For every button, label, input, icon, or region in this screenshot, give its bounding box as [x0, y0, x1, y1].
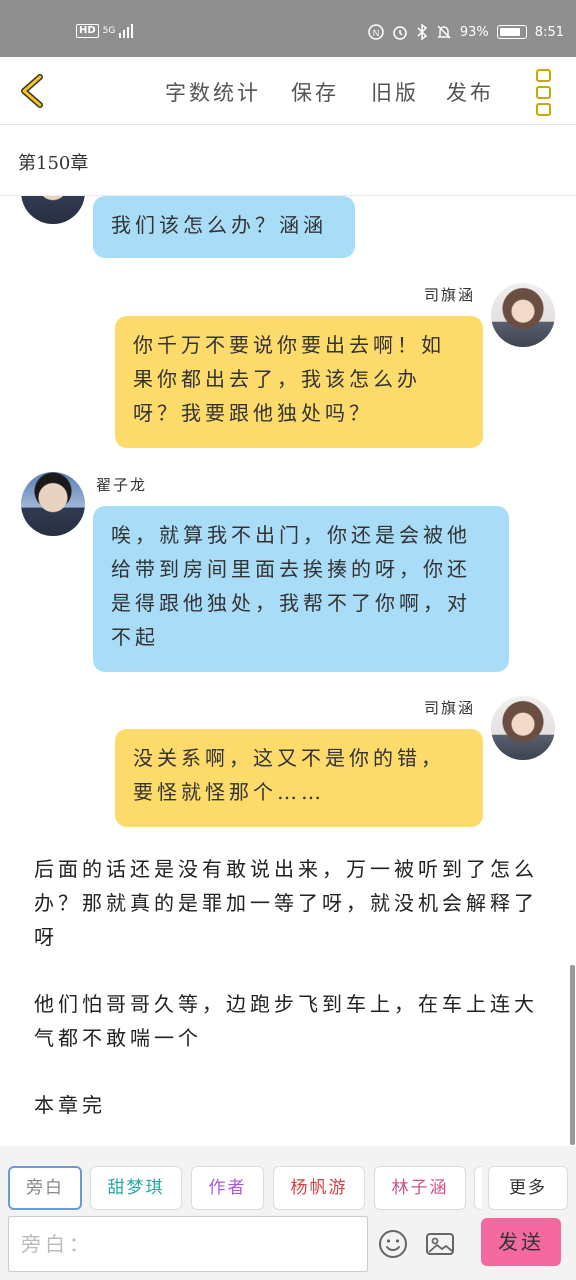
narration-paragraph[interactable]: 他们怕哥哥久等，边跑步飞到车上，在车上连大气都不敢喘一个 — [34, 987, 549, 1055]
scrollbar[interactable] — [570, 965, 575, 1145]
narration-paragraph[interactable]: 后面的话还是没有敢说出来，万一被听到了怎么办？那就真的是罪加一等了呀，就没机会解… — [34, 852, 549, 954]
svg-text:N: N — [373, 28, 380, 38]
bluetooth-icon — [417, 24, 428, 40]
status-bar: HD 5G N 93% 8:51 — [0, 0, 576, 57]
message-input[interactable] — [9, 1217, 367, 1271]
message-bubble[interactable]: 我们该怎么办？涵涵 — [93, 196, 355, 258]
back-arrow-icon[interactable] — [14, 71, 54, 111]
signal-icon — [119, 24, 134, 38]
avatar[interactable] — [491, 696, 555, 760]
battery-percent: 93% — [459, 24, 489, 40]
role-tab-narrator[interactable]: 旁白 — [8, 1166, 82, 1210]
role-label: 更多 — [509, 1178, 547, 1198]
emoji-icon[interactable] — [377, 1228, 409, 1260]
more-menu-icon[interactable] — [536, 69, 554, 116]
role-tab-character[interactable]: 杨帆游 — [273, 1166, 365, 1210]
chapter-title[interactable]: 第150章 — [18, 149, 88, 175]
publish-button[interactable]: 发布 — [446, 77, 494, 107]
role-label: 林子涵 — [391, 1178, 449, 1198]
message-bubble[interactable]: 你千万不要说你要出去啊！如果你都出去了，我该怎么办呀？我要跟他独处吗？ — [115, 316, 483, 448]
editor-toolbar: 字数统计 保存 旧版 发布 — [0, 57, 576, 125]
more-roles-button[interactable]: 更多 — [488, 1166, 568, 1210]
role-label: 作者 — [208, 1178, 247, 1198]
alarm-icon — [393, 26, 407, 40]
network-indicators: HD 5G — [76, 24, 134, 38]
role-tab-partial[interactable] — [474, 1166, 482, 1210]
message-input-box[interactable] — [8, 1216, 368, 1272]
chapter-header: 第150章 — [0, 125, 576, 196]
chapter-end-text[interactable]: 本章完 — [34, 1088, 549, 1122]
message-text: 唉，就算我不出门，你还是会被他给带到房间里面去挨揍的呀，你还是得跟他独处，我帮不… — [111, 523, 471, 649]
avatar[interactable] — [21, 196, 85, 224]
role-label: 甜梦琪 — [107, 1178, 165, 1198]
send-button[interactable]: 发送 — [481, 1218, 561, 1266]
message-text: 你千万不要说你要出去啊！如果你都出去了，我该怎么办呀？我要跟他独处吗？ — [133, 333, 445, 425]
speaker-name: 翟子龙 — [96, 476, 148, 494]
message-bubble[interactable]: 没关系啊，这又不是你的错，要怪就怪那个…… — [115, 729, 483, 827]
network-type: 5G — [102, 25, 116, 36]
message-bubble[interactable]: 唉，就算我不出门，你还是会被他给带到房间里面去挨揍的呀，你还是得跟他独处，我帮不… — [93, 506, 509, 672]
hd-badge: HD — [76, 24, 99, 38]
chapter-content: 我们该怎么办？涵涵 司旗涵 你千万不要说你要出去啊！如果你都出去了，我该怎么办呀… — [0, 196, 576, 1146]
role-label: 旁白 — [26, 1178, 64, 1198]
nfc-icon: N — [368, 24, 384, 40]
composer-panel: 旁白 甜梦琪 作者 杨帆游 林子涵 更多 发送 — [0, 1146, 576, 1280]
image-icon[interactable] — [424, 1228, 456, 1260]
save-button[interactable]: 保存 — [291, 77, 339, 107]
message-text: 没关系啊，这又不是你的错，要怪就怪那个…… — [133, 746, 445, 804]
speaker-name: 司旗涵 — [424, 699, 476, 717]
speaker-name: 司旗涵 — [424, 286, 476, 304]
old-version-button[interactable]: 旧版 — [371, 77, 419, 107]
role-tab-character[interactable]: 甜梦琪 — [90, 1166, 182, 1210]
message-text: 我们该怎么办？涵涵 — [111, 213, 327, 237]
role-tab-author[interactable]: 作者 — [191, 1166, 264, 1210]
avatar[interactable] — [491, 283, 555, 347]
word-count-button[interactable]: 字数统计 — [165, 77, 261, 107]
clock: 8:51 — [534, 24, 564, 40]
battery-icon — [496, 25, 527, 39]
avatar[interactable] — [21, 472, 85, 536]
role-tab-character[interactable]: 林子涵 — [374, 1166, 466, 1210]
system-indicators: N 93% 8:51 — [368, 24, 564, 40]
mute-icon — [437, 25, 451, 39]
role-label: 杨帆游 — [290, 1178, 348, 1198]
